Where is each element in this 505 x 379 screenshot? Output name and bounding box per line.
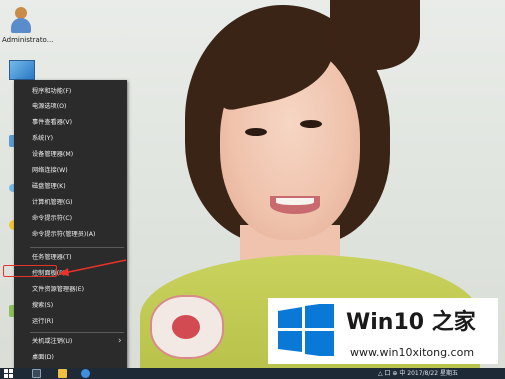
system-tray-clock[interactable]: △ 口 ⊕ 中 2017/8/22 星期五 [378,369,458,378]
wallpaper-badge-logo [172,315,200,339]
menu-item-run[interactable]: 运行(R) [14,316,127,329]
menu-item-command-prompt[interactable]: 命令提示符(C) [14,213,127,226]
menu-item-command-prompt-admin[interactable]: 命令提示符(管理员)(A) [14,229,127,242]
menu-item-device-manager[interactable]: 设备管理器(M) [14,149,127,162]
submenu-arrow-icon: › [118,336,122,346]
winx-context-menu: 程序和功能(F) 电源选项(O) 事件查看器(V) 系统(Y) 设备管理器(M)… [14,80,127,372]
menu-separator [30,332,124,333]
menu-item-search[interactable]: 搜索(S) [14,300,127,313]
user-folder-icon [8,6,34,34]
control-panel-highlight-box [3,265,57,277]
menu-item-computer-management[interactable]: 计算机管理(G) [14,197,127,210]
menu-item-event-viewer[interactable]: 事件查看器(V) [14,117,127,130]
menu-separator [30,247,124,248]
annotation-arrow-icon [58,259,127,276]
watermark-title: Win10 之家 [346,310,476,335]
menu-item-power-options[interactable]: 电源选项(O) [14,101,127,114]
desktop-icon-label: Administrato... [2,36,54,44]
menu-item-system[interactable]: 系统(Y) [14,133,127,146]
task-view-icon[interactable] [32,369,41,378]
menu-item-desktop[interactable]: 桌面(D) [14,352,127,365]
taskbar: △ 口 ⊕ 中 2017/8/22 星期五 [0,368,505,379]
watermark-url: www.win10xitong.com [350,346,475,359]
menu-item-disk-management[interactable]: 磁盘管理(K) [14,181,127,194]
start-windows-icon[interactable] [4,369,13,378]
file-explorer-taskbar-icon[interactable] [58,369,67,378]
desktop-screen: Administrato... 程序和功能(F) 电源选项(O) 事件查看器(V… [0,0,505,379]
this-pc-icon[interactable] [9,60,35,80]
wallpaper-hair-bun [330,0,420,70]
menu-item-programs-features[interactable]: 程序和功能(F) [14,86,127,99]
wallpaper-eye-left [245,128,267,136]
menu-item-file-explorer[interactable]: 文件资源管理器(E) [14,284,127,297]
wallpaper-teeth [276,198,314,205]
desktop-icon-user-folder[interactable]: Administrato... [0,0,53,46]
windows-logo-icon [278,304,334,356]
menu-item-shutdown-signout[interactable]: 关机或注销(U) [14,336,127,349]
menu-item-network-connections[interactable]: 网络连接(W) [14,165,127,178]
wallpaper-eye-right [300,120,322,128]
edge-browser-icon[interactable] [81,369,90,378]
